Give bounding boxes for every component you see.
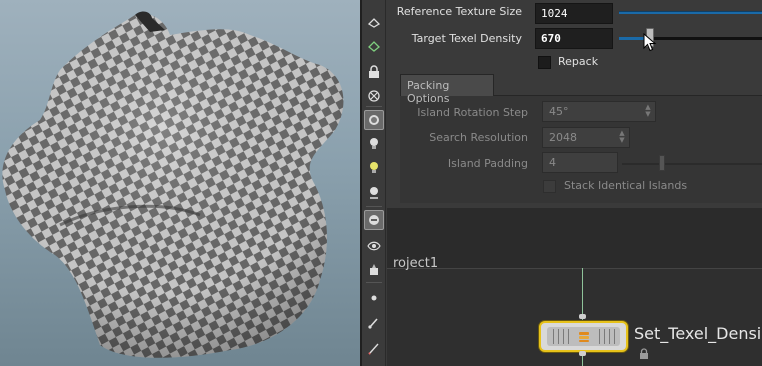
node-lock-icon[interactable] [639,348,649,363]
toolbar-separator [366,282,382,283]
spinner-icon[interactable]: ▲ ▼ [617,130,627,145]
camera-light-icon[interactable] [364,158,384,178]
lock-icon[interactable] [364,62,384,82]
node-stripe [558,329,559,344]
node-stripe [614,329,615,344]
output-wire [582,356,583,366]
search-resolution-value: 2048 [549,131,577,144]
mouse-cursor-icon [643,33,657,52]
view-tool-icon[interactable] [364,36,384,56]
pen-icon[interactable] [364,338,384,358]
island-rotation-step-label: Island Rotation Step [417,106,528,119]
packing-options-tab[interactable]: Packing Options [400,74,494,105]
toolbar-separator [366,206,382,207]
dot-icon[interactable] [364,288,384,308]
target-texel-density-field[interactable]: 670 [535,28,613,49]
node-name-label[interactable]: Set_Texel_Densi [634,324,761,343]
toolbar-separator [366,106,382,107]
island-rotation-step-field[interactable]: 45° ▲ ▼ [542,101,656,122]
light-icon[interactable] [364,134,384,154]
reference-texture-size-label: Reference Texture Size [396,5,522,18]
reference-texture-size-field[interactable]: 1024 [535,3,613,24]
node-input-connector[interactable] [579,314,586,319]
node-stripe [553,329,554,344]
stack-identical-islands-label: Stack Identical Islands [564,179,688,192]
bone-icon[interactable] [364,182,384,202]
node-stripe [599,329,600,344]
brush-icon[interactable] [364,312,384,332]
viewport-toolbar [362,0,386,366]
network-editor-header-area [387,208,762,268]
visibility-icon[interactable] [364,236,384,256]
checker-textured-model [2,11,344,358]
island-padding-slider[interactable] [622,163,762,165]
handle-tool-icon[interactable] [364,12,384,32]
paint-icon[interactable] [364,260,384,280]
spinner-icon[interactable]: ▲ ▼ [643,104,653,119]
texel-density-node-icon [577,329,591,344]
display-options-icon[interactable] [364,110,384,130]
search-resolution-label: Search Resolution [429,131,528,144]
node-stripe [568,329,569,344]
island-padding-label: Island Padding [447,157,528,170]
node-stripe [604,329,605,344]
target-texel-density-label: Target Texel Density [411,32,522,45]
select-icon[interactable] [364,86,384,106]
render-icon[interactable] [364,210,384,230]
search-resolution-field[interactable]: 2048 ▲ ▼ [542,127,630,148]
island-rotation-step-value: 45° [549,105,569,118]
reference-texture-size-slider[interactable] [619,11,762,14]
network-divider [387,268,762,269]
node-stripe [609,329,610,344]
node-body [547,327,620,346]
set-texel-density-node[interactable] [539,321,628,352]
island-padding-field[interactable]: 4 [542,152,618,173]
stack-identical-islands-checkbox[interactable] [543,180,556,193]
3d-viewport[interactable] [0,0,360,366]
island-padding-slider-handle[interactable] [659,155,665,171]
target-texel-density-slider[interactable] [619,37,762,40]
repack-checkbox[interactable] [538,56,551,69]
upstream-node-label: roject1 [393,256,439,271]
repack-label: Repack [558,55,599,68]
island-padding-value: 4 [549,156,556,169]
node-stripe [563,329,564,344]
